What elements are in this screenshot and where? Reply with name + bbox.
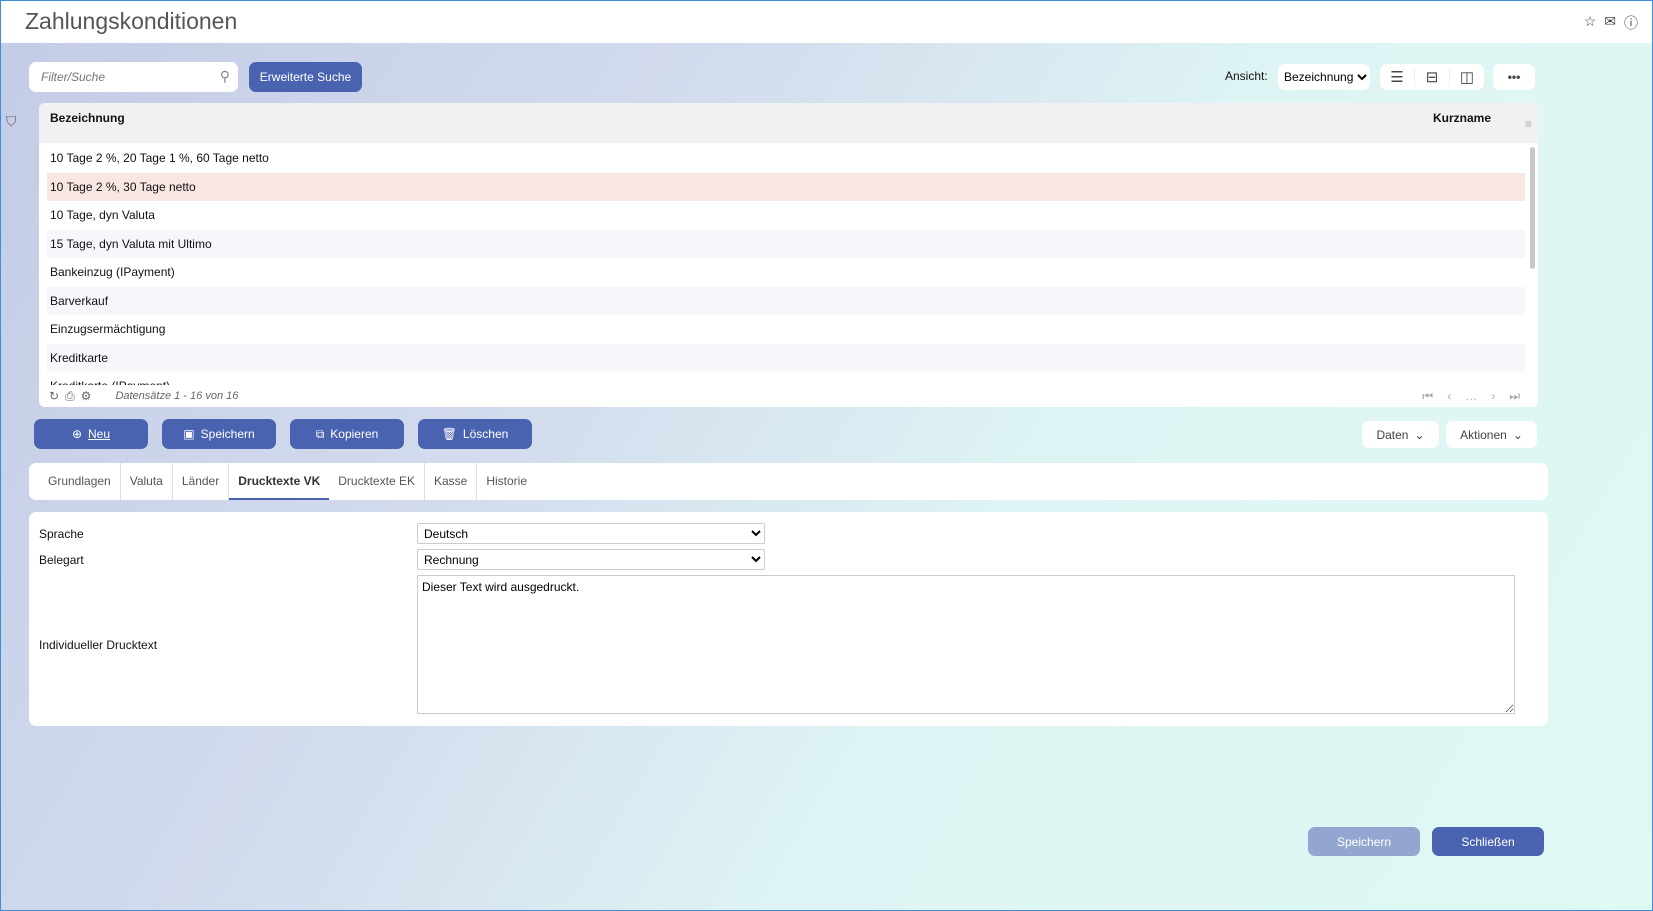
view-select[interactable]: Bezeichnung: [1278, 64, 1370, 90]
footer-save-button[interactable]: Speichern: [1308, 827, 1420, 856]
delete-button[interactable]: 🗑 Löschen: [418, 419, 532, 449]
copy-icon: ⧉: [315, 426, 325, 441]
table-row[interactable]: 15 Tage, dyn Valuta mit Ultimo: [47, 229, 1525, 258]
record-count: Datensätze 1 - 16 von 16: [115, 390, 239, 402]
language-select[interactable]: Deutsch: [417, 523, 765, 544]
print-text-label: Individueller Drucktext: [39, 638, 158, 652]
save-record-button[interactable]: ▣ Speichern: [162, 419, 276, 449]
column-header-kurzname[interactable]: Kurzname: [1433, 111, 1491, 125]
table-row[interactable]: Bankeinzug (IPayment): [47, 258, 1525, 287]
refresh-icon[interactable]: ↻: [49, 389, 59, 403]
first-page-icon[interactable]: ⏮: [1422, 389, 1433, 404]
page-title: Zahlungskonditionen: [25, 8, 238, 34]
new-button[interactable]: ⊕ Neu: [34, 419, 148, 449]
tab-grundlagen[interactable]: Grundlagen: [39, 463, 121, 500]
help-icon[interactable]: ⓘ: [1624, 13, 1638, 33]
data-menu-button[interactable]: Daten ⌄: [1362, 421, 1439, 448]
actions-menu-button[interactable]: Aktionen ⌄: [1446, 421, 1537, 448]
filter-icon[interactable]: ⛉: [6, 113, 17, 130]
table-row[interactable]: Einzugsermächtigung: [47, 315, 1525, 344]
tab-kasse[interactable]: Kasse: [425, 463, 478, 500]
table-row[interactable]: Kreditkarte (IPayment): [47, 372, 1525, 385]
print-text-form: Sprache Deutsch Belegart Rechnung Indivi…: [29, 512, 1548, 726]
tab-drucktexte-ek[interactable]: Drucktexte EK: [329, 463, 425, 500]
data-grid: Bezeichnung Kurzname ≡ 10 Tage 2 %, 20 T…: [39, 103, 1538, 407]
split-horizontal-icon[interactable]: ⊟: [1414, 68, 1449, 86]
star-icon[interactable]: ☆: [1584, 13, 1597, 33]
search-box: ⚲: [29, 62, 238, 92]
close-button[interactable]: Schließen: [1432, 827, 1544, 856]
list-view-icon[interactable]: ☰: [1380, 68, 1414, 86]
grid-header: Bezeichnung Kurzname ≡: [39, 103, 1538, 143]
search-input[interactable]: [29, 62, 199, 92]
prev-page-icon[interactable]: ‹: [1447, 389, 1451, 404]
scrollbar[interactable]: [1530, 147, 1535, 269]
document-type-select[interactable]: Rechnung: [417, 549, 765, 570]
mail-icon[interactable]: ✉: [1604, 13, 1616, 33]
column-menu-icon[interactable]: ≡: [1525, 117, 1532, 131]
table-row[interactable]: 10 Tage 2 %, 30 Tage netto: [47, 172, 1525, 201]
tab-länder[interactable]: Länder: [173, 463, 230, 500]
floppy-icon: ▣: [183, 427, 195, 441]
column-header-bezeichnung[interactable]: Bezeichnung: [50, 111, 125, 125]
grid-footer: ↻ ⎙ ⚙ Datensätze 1 - 16 von 16 ⏮ ‹ … › ⏭: [39, 385, 1538, 407]
tab-valuta[interactable]: Valuta: [121, 463, 173, 500]
last-page-icon[interactable]: ⏭: [1509, 389, 1520, 404]
plus-circle-icon: ⊕: [71, 427, 83, 441]
title-bar: Zahlungskonditionen ☆ ✉ ⓘ: [1, 1, 1652, 43]
trash-icon: 🗑: [441, 427, 457, 441]
copy-button[interactable]: ⧉ Kopieren: [290, 419, 404, 449]
more-button[interactable]: •••: [1493, 64, 1535, 90]
table-row[interactable]: 10 Tage 2 %, 20 Tage 1 %, 60 Tage netto: [47, 144, 1525, 173]
search-icon[interactable]: ⚲: [220, 68, 230, 85]
table-row[interactable]: 10 Tage, dyn Valuta: [47, 201, 1525, 230]
chevron-down-icon: ⌄: [1512, 427, 1523, 442]
print-icon[interactable]: ⎙: [65, 389, 75, 404]
settings-icon[interactable]: ⚙: [81, 389, 92, 403]
view-label: Ansicht:: [1225, 69, 1268, 83]
tab-drucktexte-vk[interactable]: Drucktexte VK: [229, 463, 330, 500]
chevron-down-icon: ⌄: [1414, 427, 1425, 442]
document-type-label: Belegart: [39, 553, 84, 567]
print-text-textarea[interactable]: Dieser Text wird ausgedruckt.: [417, 575, 1515, 714]
split-vertical-icon[interactable]: ◫: [1449, 68, 1484, 86]
tab-bar: Grundlagen Valuta Länder Drucktexte VK Druck…: [29, 463, 1548, 500]
table-row[interactable]: Barverkauf: [47, 286, 1525, 315]
advanced-search-button[interactable]: Erweiterte Suche: [249, 62, 362, 92]
tab-historie[interactable]: Historie: [477, 463, 536, 500]
table-row[interactable]: Kreditkarte: [47, 343, 1525, 372]
pages-ellipsis-icon: …: [1465, 389, 1478, 403]
language-label: Sprache: [39, 527, 84, 541]
next-page-icon[interactable]: ›: [1491, 389, 1495, 404]
layout-toggle-group: ☰ ⊟ ◫: [1380, 64, 1484, 90]
